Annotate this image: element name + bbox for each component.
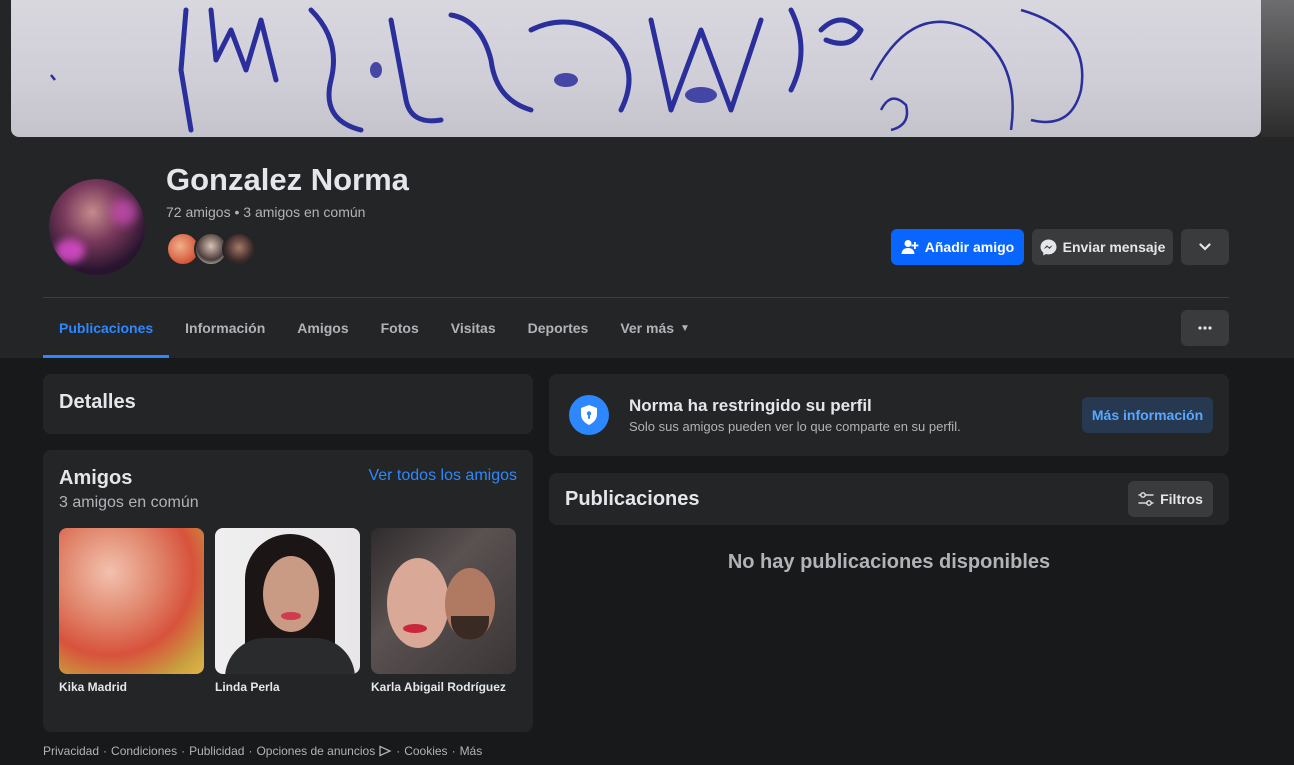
restricted-title: Norma ha restringido su perfil (629, 396, 872, 415)
profile-avatar[interactable] (46, 176, 148, 278)
friend-photo[interactable] (59, 528, 204, 674)
mutual-friends-count: 3 amigos en común (59, 494, 199, 511)
avatar-highlight (111, 199, 137, 225)
profile-tabs: Publicaciones Información Amigos Fotos V… (43, 298, 706, 358)
tab-visitas[interactable]: Visitas (435, 298, 512, 358)
filters-label: Filtros (1160, 491, 1203, 507)
send-message-label: Enviar mensaje (1062, 239, 1166, 255)
more-dots-icon (1198, 326, 1212, 330)
send-message-button[interactable]: Enviar mensaje (1032, 229, 1173, 265)
messenger-icon (1040, 239, 1057, 255)
tab-label: Fotos (380, 320, 419, 336)
add-friend-label: Añadir amigo (924, 239, 1015, 255)
filters-button[interactable]: Filtros (1128, 481, 1213, 517)
friends-count[interactable]: 72 amigos • 3 amigos en común (166, 204, 365, 220)
friends-card: Amigos 3 amigos en común Ver todos los a… (43, 450, 533, 732)
footer-separator: · (103, 744, 108, 758)
cover-edge-shadow (1261, 0, 1294, 137)
more-actions-button[interactable] (1181, 229, 1229, 265)
tab-amigos[interactable]: Amigos (281, 298, 364, 358)
friend-name[interactable]: Linda Perla (215, 680, 360, 694)
restricted-profile-card: Norma ha restringido su perfil Solo sus … (549, 374, 1229, 456)
posts-title: Publicaciones (565, 488, 700, 510)
footer-separator: · (451, 744, 456, 758)
caret-down-icon: ▼ (680, 322, 690, 334)
tab-fotos[interactable]: Fotos (365, 298, 435, 358)
photo-detail (387, 558, 449, 648)
friend-name[interactable]: Karla Abigail Rodríguez (371, 680, 516, 694)
photo-detail (403, 624, 427, 633)
footer-separator: · (396, 744, 401, 758)
tab-label: Información (185, 320, 266, 336)
footer-links: Privacidad · Condiciones · Publicidad · Opc… (43, 744, 482, 758)
restricted-description: Solo sus amigos pueden ver lo que compar… (629, 419, 961, 434)
tab-label: Publicaciones (59, 320, 154, 336)
shield-lock-icon (569, 395, 609, 435)
cover-photo[interactable] (11, 0, 1261, 137)
profile-name: Gonzalez Norma (166, 162, 409, 197)
photo-detail (263, 556, 319, 632)
tab-publicaciones[interactable]: Publicaciones (43, 298, 170, 358)
footer-link-ad-choices[interactable]: Opciones de anuncios (256, 744, 375, 758)
details-title: Detalles (59, 391, 136, 413)
posts-card: Publicaciones Filtros (549, 473, 1229, 525)
tab-ver-mas[interactable]: Ver más ▼ (604, 298, 706, 358)
tab-label: Ver más (620, 320, 675, 336)
tab-informacion[interactable]: Información (169, 298, 281, 358)
ad-choices-icon[interactable] (378, 745, 392, 757)
tab-label: Deportes (527, 320, 589, 336)
more-info-button[interactable]: Más información (1082, 397, 1213, 433)
photo-detail (225, 638, 355, 674)
no-posts-message: No hay publicaciones disponibles (727, 551, 1051, 573)
add-friend-button[interactable]: Añadir amigo (891, 229, 1024, 265)
photo-detail (451, 616, 489, 640)
add-person-icon (901, 240, 919, 254)
chevron-down-icon (1199, 243, 1211, 251)
friend-tile[interactable]: Linda Perla (215, 528, 360, 694)
photo-detail (281, 612, 301, 620)
details-card: Detalles (43, 374, 533, 434)
friend-tile[interactable]: Karla Abigail Rodríguez (371, 528, 516, 694)
footer-link-more[interactable]: Más (460, 744, 483, 758)
footer-link-terms[interactable]: Condiciones (111, 744, 177, 758)
footer-link-privacy[interactable]: Privacidad (43, 744, 99, 758)
footer-link-cookies[interactable]: Cookies (404, 744, 447, 758)
see-all-friends-link[interactable]: Ver todos los amigos (368, 467, 517, 485)
mutual-friend-avatar[interactable] (222, 232, 256, 266)
footer-separator: · (181, 744, 186, 758)
friend-name[interactable]: Kika Madrid (59, 680, 204, 694)
profile-options-button[interactable] (1181, 310, 1229, 346)
tab-label: Amigos (297, 320, 349, 336)
tab-label: Visitas (450, 320, 496, 336)
friend-tile[interactable]: Kika Madrid (59, 528, 204, 694)
footer-link-advertising[interactable]: Publicidad (189, 744, 244, 758)
avatar-highlight (55, 239, 85, 263)
sliders-icon (1138, 492, 1154, 506)
footer-separator: · (248, 744, 253, 758)
friend-photo[interactable] (371, 528, 516, 674)
friend-photo[interactable] (215, 528, 360, 674)
tab-deportes[interactable]: Deportes (512, 298, 605, 358)
friends-title[interactable]: Amigos (59, 467, 132, 490)
